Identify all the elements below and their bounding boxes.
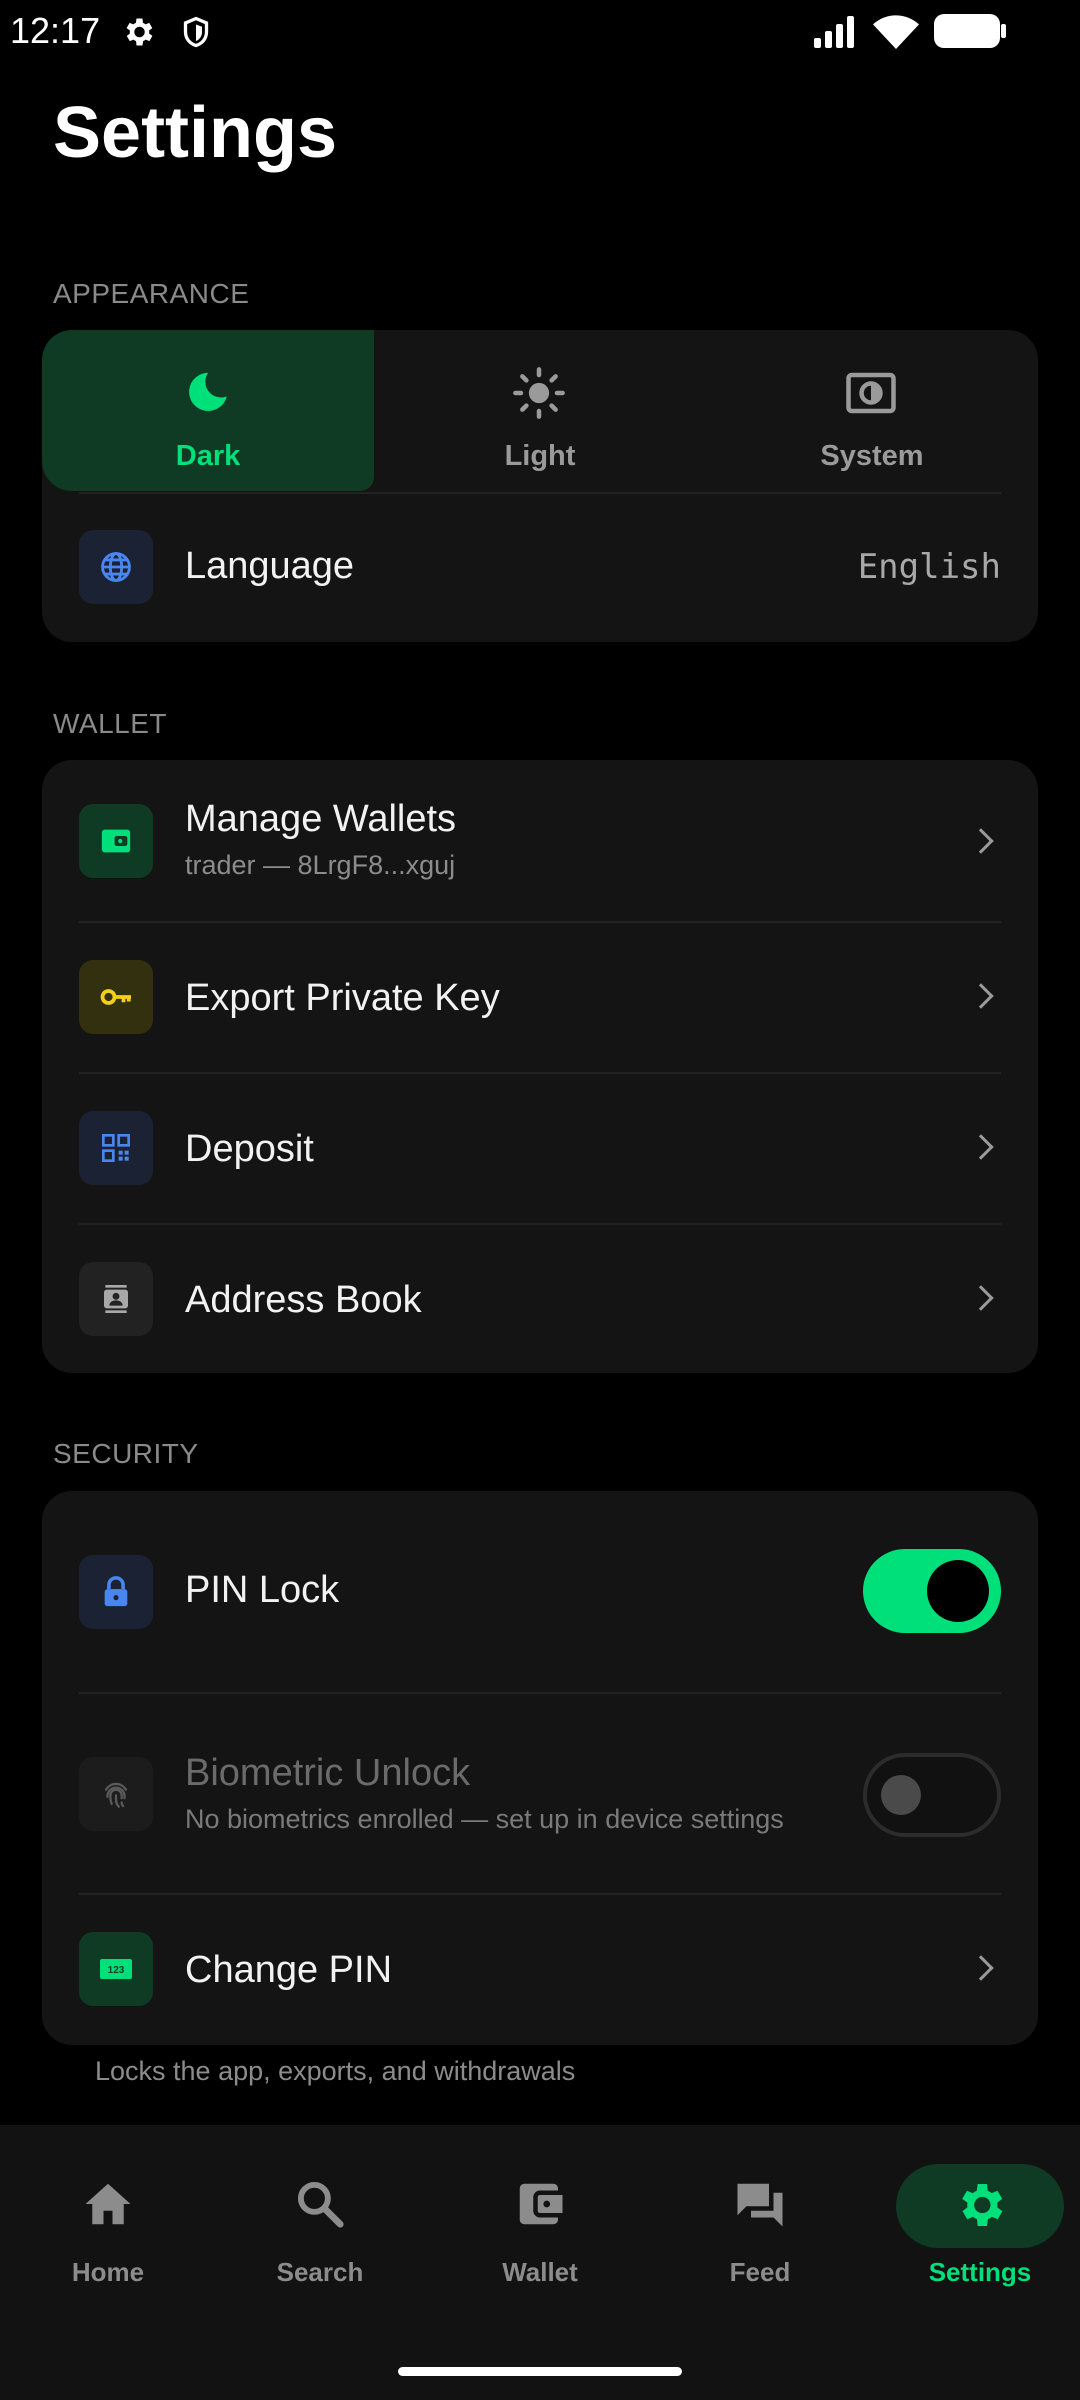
- pin-123-icon: 123: [79, 1932, 153, 2006]
- export-private-key-row[interactable]: Export Private Key: [42, 923, 1038, 1073]
- theme-option-system[interactable]: System: [706, 330, 1038, 491]
- language-value: English: [857, 547, 1001, 587]
- nav-item-settings[interactable]: Settings: [872, 2125, 1080, 2305]
- address-book-row[interactable]: Address Book: [42, 1225, 1038, 1373]
- nav-item-wallet[interactable]: Wallet: [432, 2125, 648, 2305]
- theme-option-label: System: [820, 440, 924, 472]
- moon-icon: [180, 366, 234, 425]
- chevron-right-icon: [968, 1134, 994, 1160]
- status-time: 12:17: [10, 10, 101, 51]
- deposit-label: Deposit: [185, 1128, 314, 1170]
- sun-icon: [512, 366, 566, 425]
- wifi-icon: [872, 12, 920, 55]
- nav-label: Search: [276, 2257, 364, 2287]
- qr-code-icon: [79, 1111, 153, 1185]
- wallet-icon: [513, 2177, 567, 2236]
- wallet-icon: [79, 804, 153, 878]
- nav-label: Home: [71, 2257, 145, 2287]
- section-label-security: SECURITY: [53, 1438, 199, 1469]
- language-row[interactable]: Language English: [42, 493, 1038, 642]
- search-icon: [293, 2177, 347, 2236]
- page-title: Settings: [53, 93, 338, 173]
- globe-icon: [79, 530, 153, 604]
- home-indicator[interactable]: [398, 2367, 682, 2376]
- change-pin-label: Change PIN: [185, 1949, 393, 1991]
- theme-option-light[interactable]: Light: [374, 330, 706, 491]
- gear-icon: [120, 14, 156, 55]
- key-icon: [79, 960, 153, 1034]
- wallet-card: Manage Wallets trader — 8LrgF8...xguj Ex…: [42, 760, 1038, 1373]
- lock-icon: [79, 1555, 153, 1629]
- theme-option-label: Dark: [175, 440, 241, 472]
- nav-item-home[interactable]: Home: [0, 2125, 216, 2305]
- biometric-unlock-row: Biometric Unlock No biometrics enrolled …: [42, 1694, 1038, 1894]
- status-bar: 12:17: [0, 0, 1080, 64]
- nav-label: Settings: [928, 2257, 1032, 2287]
- biometric-unlock-toggle[interactable]: [863, 1753, 1001, 1837]
- biometric-unlock-label: Biometric Unlock: [185, 1752, 471, 1794]
- section-label-wallet: WALLET: [53, 708, 167, 739]
- pin-lock-row: PIN Lock: [42, 1491, 1038, 1693]
- pin-lock-toggle[interactable]: [863, 1549, 1001, 1633]
- deposit-row[interactable]: Deposit: [42, 1074, 1038, 1224]
- chat-icon: [733, 2177, 787, 2236]
- security-card: PIN Lock Biometric Unlock No biometrics …: [42, 1491, 1038, 2045]
- home-icon: [81, 2177, 135, 2236]
- brightness-auto-icon: [844, 366, 898, 425]
- toggle-knob: [881, 1775, 921, 1815]
- nav-item-search[interactable]: Search: [212, 2125, 428, 2305]
- chevron-right-icon: [968, 1955, 994, 1981]
- export-private-key-label: Export Private Key: [185, 977, 500, 1019]
- nav-label: Wallet: [502, 2257, 578, 2287]
- signal-icon: [812, 14, 860, 55]
- svg-text:123: 123: [108, 1965, 125, 1976]
- pin-lock-label: PIN Lock: [185, 1569, 340, 1611]
- chevron-right-icon: [968, 828, 994, 854]
- appearance-card: Dark Light System Language English: [42, 330, 1038, 642]
- theme-option-label: Light: [504, 440, 576, 472]
- contacts-icon: [79, 1262, 153, 1336]
- biometric-unlock-subtitle: No biometrics enrolled — set up in devic…: [185, 1804, 784, 1834]
- section-label-appearance: APPEARANCE: [53, 278, 250, 309]
- nav-item-feed[interactable]: Feed: [652, 2125, 868, 2305]
- battery-icon: [934, 14, 1006, 55]
- language-label: Language: [185, 545, 355, 587]
- gear-icon: [952, 2177, 1008, 2238]
- manage-wallets-subtitle: trader — 8LrgF8...xguj: [185, 850, 456, 880]
- fingerprint-icon: [79, 1757, 153, 1831]
- chevron-right-icon: [968, 1285, 994, 1311]
- security-footnote: Locks the app, exports, and withdrawals: [95, 2056, 576, 2086]
- address-book-label: Address Book: [185, 1279, 422, 1321]
- change-pin-row[interactable]: 123 Change PIN: [42, 1895, 1038, 2045]
- manage-wallets-row[interactable]: Manage Wallets trader — 8LrgF8...xguj: [42, 760, 1038, 922]
- toggle-knob: [927, 1560, 989, 1622]
- manage-wallets-label: Manage Wallets: [185, 798, 457, 840]
- shield-icon: [178, 14, 214, 55]
- theme-option-dark[interactable]: Dark: [42, 330, 374, 491]
- chevron-right-icon: [968, 983, 994, 1009]
- bottom-nav: Home Search Wallet Feed Settings: [0, 2125, 1080, 2400]
- nav-label: Feed: [729, 2257, 791, 2287]
